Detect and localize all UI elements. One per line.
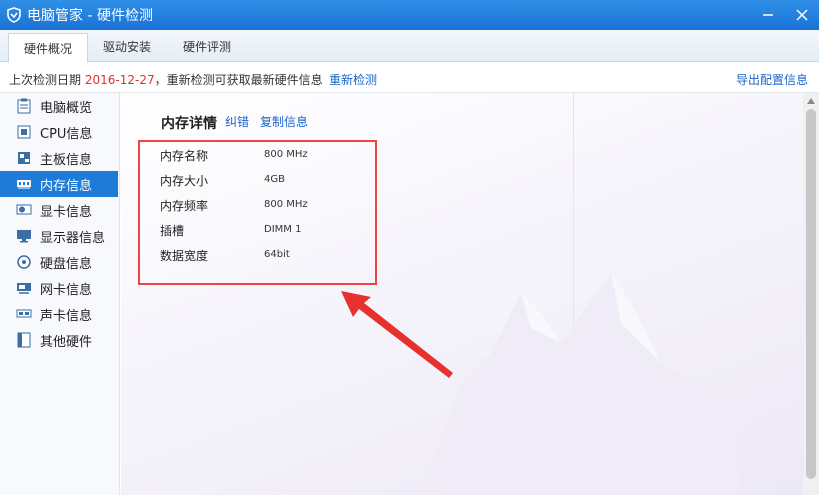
sidebar-item-motherboard[interactable]: 主板信息 (0, 145, 118, 171)
sidebar-item-label: 显示器信息 (40, 230, 106, 246)
row-label: 内存频率 (160, 199, 209, 213)
row-label: 插槽 (160, 224, 185, 238)
sidebar-item-label: 声卡信息 (40, 308, 93, 324)
sidebar-item-label: 电脑概览 (40, 100, 93, 116)
scroll-up-arrow-icon[interactable] (806, 97, 816, 105)
row-value: DIMM 1 (264, 224, 302, 235)
row-value: 800 MHz (264, 149, 308, 160)
sidebar-item-label: 主板信息 (40, 152, 93, 168)
clipboard-icon (16, 98, 32, 114)
title-bar: 电脑管家 - 硬件检测 (0, 0, 819, 30)
last-check-bar: 上次检测日期 2016-12-27，重新检测可获取最新硬件信息 重新检测 导出配… (0, 63, 819, 93)
sidebar-item-label: 内存信息 (40, 178, 93, 194)
sidebar-item-cpu[interactable]: CPU信息 (0, 119, 118, 145)
row-label: 数据宽度 (160, 249, 209, 263)
close-icon (796, 9, 808, 21)
sidebar: 电脑概览 CPU信息 主板信息 内存信息 显卡信息 显示器信息 硬盘信息 网卡信… (0, 93, 120, 495)
sidebar-item-label: 显卡信息 (40, 204, 93, 220)
detail-row-data-width: 数据宽度 64bit (160, 247, 380, 265)
detail-row-memory-name: 内存名称 800 MHz (160, 147, 380, 165)
row-label: 内存大小 (160, 174, 209, 188)
sidebar-item-monitor[interactable]: 显示器信息 (0, 223, 118, 249)
background-mountain-decoration (421, 273, 741, 493)
correct-error-link[interactable]: 纠错 (225, 113, 249, 130)
sidebar-item-network-card[interactable]: 网卡信息 (0, 275, 118, 301)
detail-row-slot: 插槽 DIMM 1 (160, 222, 380, 240)
vertical-scrollbar[interactable] (803, 93, 819, 495)
memory-icon (16, 176, 32, 192)
sidebar-item-overview[interactable]: 电脑概览 (0, 93, 118, 119)
last-check-suffix: ，重新检测可获取最新硬件信息 (154, 73, 323, 87)
row-value: 800 MHz (264, 199, 308, 210)
export-config-link[interactable]: 导出配置信息 (736, 71, 808, 88)
recheck-link[interactable]: 重新检测 (329, 71, 377, 88)
copy-info-link[interactable]: 复制信息 (260, 113, 308, 130)
window-title: 电脑管家 - 硬件检测 (27, 8, 153, 24)
minimize-button[interactable] (751, 0, 785, 30)
close-button[interactable] (785, 0, 819, 30)
tab-hardware-overview[interactable]: 硬件概况 (8, 33, 88, 63)
tab-bar: 硬件概况 驱动安装 硬件评测 (0, 30, 819, 63)
main-panel: 内存详情 纠错 复制信息 内存名称 800 MHz 内存大小 4GB 内存频率 … (121, 93, 819, 495)
red-arrow-icon (341, 291, 453, 378)
sidebar-item-label: CPU信息 (40, 126, 93, 142)
disk-icon (16, 254, 32, 270)
gpu-icon (16, 202, 32, 218)
network-card-icon (16, 280, 32, 296)
sidebar-item-memory[interactable]: 内存信息 (0, 171, 118, 197)
row-value: 4GB (264, 174, 285, 185)
sound-card-icon (16, 306, 32, 322)
memory-detail-title: 内存详情 (161, 116, 217, 132)
sidebar-item-gpu[interactable]: 显卡信息 (0, 197, 118, 223)
motherboard-icon (16, 150, 32, 166)
cpu-icon (16, 124, 32, 140)
monitor-icon (16, 228, 32, 244)
sidebar-item-other-hardware[interactable]: 其他硬件 (0, 327, 118, 353)
sidebar-item-disk[interactable]: 硬盘信息 (0, 249, 118, 275)
last-check-text: 上次检测日期 2016-12-27，重新检测可获取最新硬件信息 (9, 71, 323, 88)
scrollbar-thumb[interactable] (806, 109, 816, 479)
tab-driver-install[interactable]: 驱动安装 (92, 32, 162, 62)
sidebar-item-sound-card[interactable]: 声卡信息 (0, 301, 118, 327)
last-check-prefix: 上次检测日期 (9, 73, 82, 87)
minimize-icon (763, 14, 773, 16)
sidebar-item-label: 其他硬件 (40, 334, 93, 350)
detail-row-memory-size: 内存大小 4GB (160, 172, 380, 190)
sidebar-item-label: 硬盘信息 (40, 256, 93, 272)
tab-hardware-benchmark[interactable]: 硬件评测 (172, 32, 242, 62)
row-label: 内存名称 (160, 149, 209, 163)
sidebar-item-label: 网卡信息 (40, 282, 93, 298)
row-value: 64bit (264, 249, 290, 260)
last-check-date: 2016-12-27 (84, 73, 155, 87)
detail-row-memory-frequency: 内存频率 800 MHz (160, 197, 380, 215)
other-hardware-icon (16, 332, 32, 348)
app-shield-icon (7, 7, 21, 23)
